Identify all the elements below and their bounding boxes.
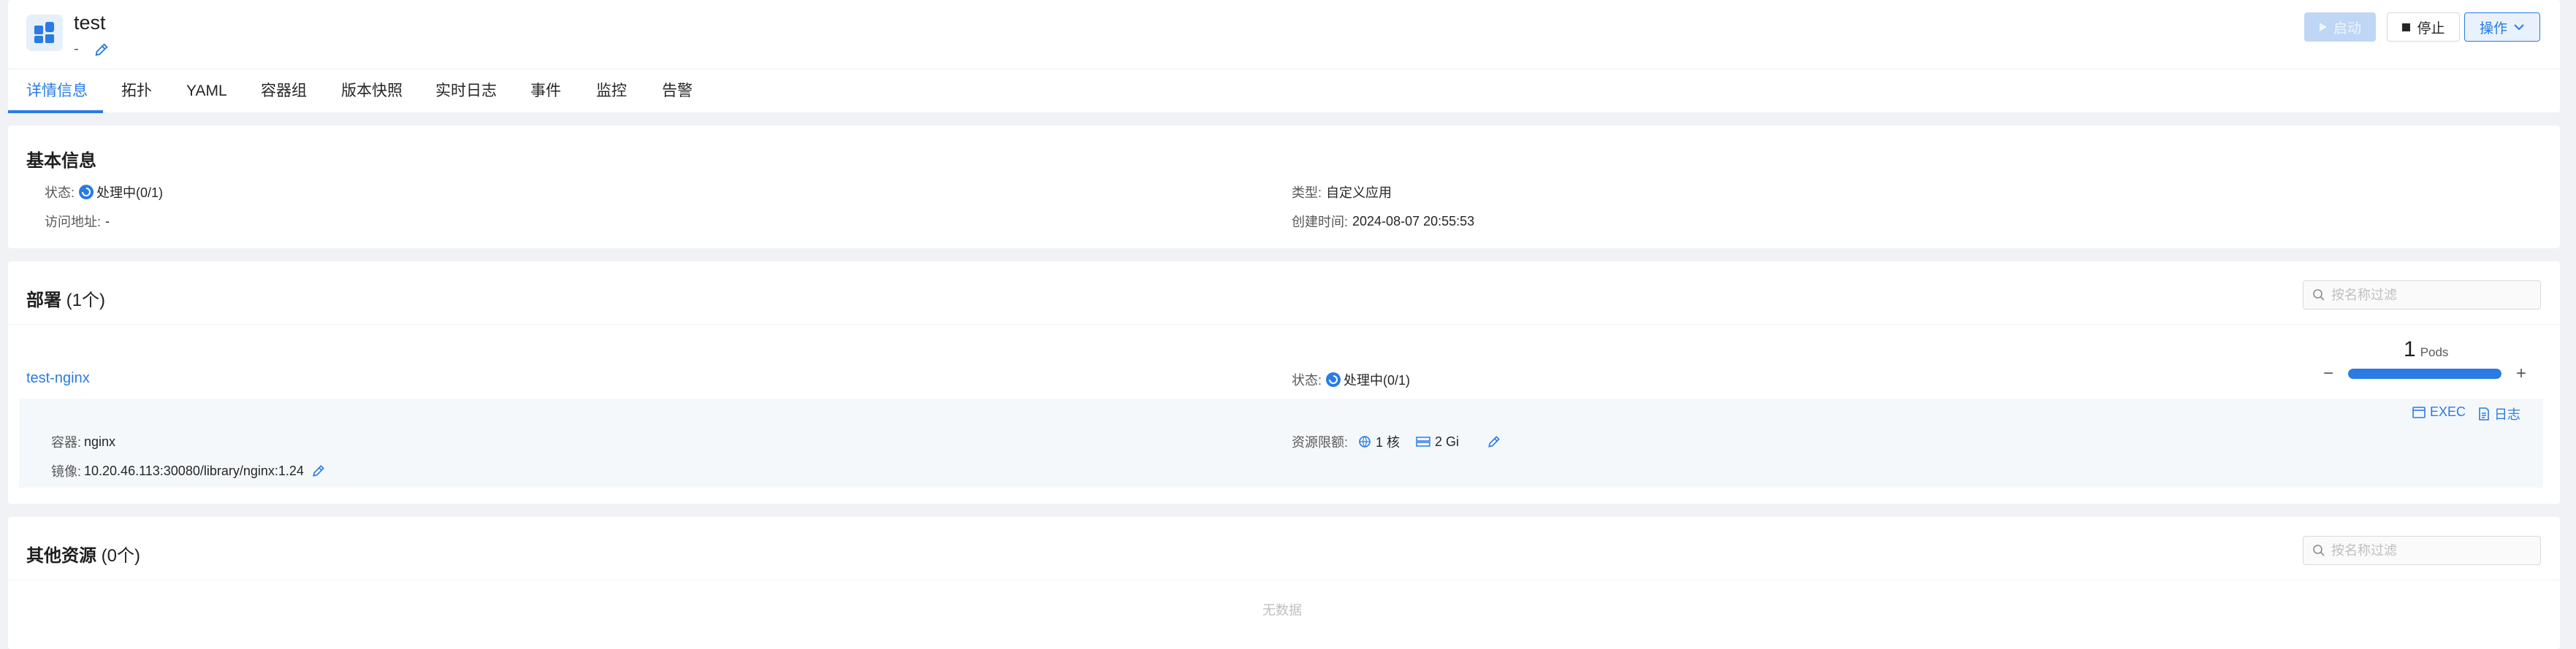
container-label: 容器: [51, 435, 82, 450]
deployment-status-row: 状态: 处理中(0/1) [1292, 370, 1410, 389]
deployments-title-text: 部署 [26, 291, 61, 310]
deployment-status-value: 处理中(0/1) [1344, 373, 1411, 388]
container-value: nginx [84, 434, 116, 449]
chevron-down-icon [2514, 24, 2524, 31]
play-icon [2319, 23, 2327, 31]
pods-progress-fill [2348, 369, 2502, 379]
created-value: 2024-08-07 20:55:53 [1352, 213, 1475, 229]
tab-yaml[interactable]: YAML [186, 69, 227, 113]
operations-dropdown-button[interactable]: 操作 [2464, 12, 2540, 42]
memory-icon [1416, 437, 1430, 447]
deployments-title: 部署 (1个) [26, 285, 105, 311]
app-description-text: - [74, 41, 79, 57]
app-title: test [74, 12, 106, 34]
cpu-limit: 1 核 [1358, 432, 1400, 451]
status-row: 状态: 处理中(0/1) [45, 183, 163, 201]
deployments-count: (1个) [66, 291, 106, 310]
created-label: 创建时间: [1292, 215, 1349, 229]
image-label: 镜像: [51, 464, 82, 479]
basic-info-title: 基本信息 [26, 151, 96, 171]
processing-status-icon [79, 185, 94, 199]
access-value: - [105, 213, 110, 229]
edit-image-icon[interactable] [311, 464, 326, 478]
tab-topology[interactable]: 拓扑 [121, 69, 152, 113]
deployments-divider [8, 324, 2560, 325]
type-row: 类型: 自定义应用 [1292, 183, 1392, 201]
logs-button[interactable]: 日志 [2478, 404, 2520, 423]
deployment-status-label: 状态: [1292, 373, 1322, 388]
operations-button-label: 操作 [2479, 20, 2507, 37]
status-value: 处理中(0/1) [96, 185, 164, 200]
stop-icon [2402, 23, 2411, 31]
other-resources-search[interactable] [2303, 536, 2541, 565]
tab-pods[interactable]: 容器组 [261, 69, 307, 113]
edit-description-icon[interactable] [94, 42, 110, 58]
deployment-name[interactable]: test-nginx [26, 370, 90, 387]
exec-button-label: EXEC [2430, 404, 2466, 419]
deployments-search[interactable] [2303, 280, 2541, 310]
app-header: test - 启动 停止 操作 详情信息 拓扑 YAML 容器组 版本快照 实时… [8, 0, 2560, 113]
cpu-icon [1359, 436, 1371, 448]
edit-resources-icon[interactable] [1487, 434, 1501, 449]
active-tab-indicator [8, 110, 103, 113]
other-resources-card: 其他资源 (0个) [8, 517, 2560, 649]
tab-monitoring[interactable]: 监控 [596, 69, 627, 113]
type-value: 自定义应用 [1326, 185, 1392, 200]
deployment-name-link[interactable]: test-nginx [26, 370, 90, 387]
logs-button-label: 日志 [2494, 407, 2520, 422]
cpu-limit-value: 1 核 [1376, 435, 1401, 450]
resource-limits-label: 资源限额: [1292, 435, 1349, 450]
other-resources-title-text: 其他资源 [26, 546, 96, 566]
type-label: 类型: [1292, 185, 1322, 200]
other-resources-count: (0个) [101, 546, 141, 566]
memory-limit-value: 2 Gi [1435, 434, 1460, 449]
log-file-icon [2479, 407, 2489, 420]
app-logo-icon [26, 15, 63, 51]
status-label: 状态: [45, 185, 75, 200]
search-icon [2313, 545, 2325, 556]
deployments-search-input[interactable] [2331, 287, 2529, 303]
scale-up-button[interactable]: + [2516, 364, 2526, 384]
empty-state-text: 无数据 [1262, 603, 1302, 618]
start-button[interactable]: 启动 [2304, 12, 2376, 42]
search-icon [2313, 289, 2325, 301]
tab-alerts[interactable]: 告警 [662, 69, 693, 113]
tab-realtime-logs[interactable]: 实时日志 [435, 69, 497, 113]
other-resources-title: 其他资源 (0个) [26, 541, 140, 567]
pods-unit: Pods [2420, 345, 2449, 359]
app-description: - [74, 41, 110, 58]
stop-button-label: 停止 [2417, 20, 2445, 37]
image-row: 镜像: 10.20.46.113:30080/library/nginx:1.2… [51, 461, 326, 480]
pods-scaler: − + [2323, 364, 2526, 384]
scale-down-button[interactable]: − [2323, 364, 2333, 384]
access-row: 访问地址: - [45, 212, 110, 231]
stop-button[interactable]: 停止 [2387, 12, 2460, 42]
pods-progress-bar [2348, 369, 2502, 379]
basic-info-card: 基本信息 状态: 处理中(0/1) 访问地址: - 类型: 自定义应用 创建时间… [8, 126, 2560, 248]
tab-bar: 详情信息 拓扑 YAML 容器组 版本快照 实时日志 事件 监控 告警 [8, 69, 2560, 113]
pods-count-value: 1 [2404, 337, 2416, 361]
pods-count: 1 Pods [2404, 337, 2448, 362]
tab-events[interactable]: 事件 [530, 69, 561, 113]
terminal-icon [2412, 406, 2426, 418]
tab-details[interactable]: 详情信息 [26, 69, 88, 113]
tab-snapshots[interactable]: 版本快照 [341, 69, 403, 113]
access-label: 访问地址: [45, 215, 102, 229]
memory-limit: 2 Gi [1416, 434, 1459, 450]
processing-status-icon [1326, 372, 1341, 387]
start-button-label: 启动 [2333, 20, 2361, 37]
resource-limits-row: 资源限额: 1 核 2 Gi [1292, 432, 1501, 451]
container-details [19, 399, 2543, 488]
image-value: 10.20.46.113:30080/library/nginx:1.24 [84, 463, 304, 478]
exec-button[interactable]: EXEC [2412, 404, 2466, 420]
other-resources-search-input[interactable] [2331, 542, 2529, 558]
created-row: 创建时间: 2024-08-07 20:55:53 [1292, 212, 1474, 231]
container-row: 容器: nginx [51, 432, 115, 451]
